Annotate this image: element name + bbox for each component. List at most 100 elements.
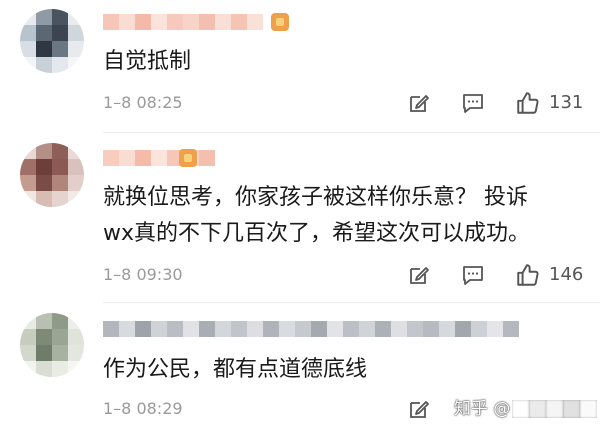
- avatar-pixel: [68, 345, 84, 361]
- comment-meta: 1–8 09:30 146: [103, 262, 583, 288]
- comment-icon[interactable]: [460, 90, 486, 116]
- watermark-text: 知乎 @: [454, 399, 511, 419]
- username-pixel: [151, 321, 167, 337]
- username-pixel: [359, 321, 375, 337]
- username-pixel: [375, 321, 391, 337]
- username-pixel: [423, 321, 439, 337]
- avatar-pixel: [20, 159, 36, 175]
- badge-icon: [271, 13, 289, 31]
- comment-icon[interactable]: [460, 262, 486, 288]
- username-pixel: [135, 150, 151, 166]
- username-pixel: [279, 321, 295, 337]
- username-pixel: [183, 14, 199, 30]
- avatar-pixel: [68, 313, 84, 329]
- avatar-pixel: [68, 41, 84, 57]
- avatar-pixel: [52, 175, 68, 191]
- username-pixel: [119, 321, 135, 337]
- username-pixel: [135, 14, 151, 30]
- username-blurred[interactable]: [103, 14, 263, 30]
- edit-icon[interactable]: [406, 90, 432, 116]
- avatar-pixel: [52, 191, 68, 207]
- watermark-pixel: [563, 400, 581, 418]
- avatar-pixel: [20, 329, 36, 345]
- edit-icon[interactable]: [406, 262, 432, 288]
- username-pixel: [183, 321, 199, 337]
- avatar-pixel: [20, 191, 36, 207]
- username-pixel: [439, 321, 455, 337]
- username-pixel: [263, 321, 279, 337]
- like-button[interactable]: 146: [515, 262, 583, 288]
- watermark-pixel: [512, 400, 530, 418]
- username-pixel: [487, 321, 503, 337]
- username-pixel: [167, 321, 183, 337]
- username-pixel: [343, 321, 359, 337]
- comment-text: 自觉抵制: [103, 49, 192, 74]
- avatar-pixel: [52, 25, 68, 41]
- avatar-pixel: [36, 329, 52, 345]
- avatar-pixel: [36, 313, 52, 329]
- avatar-pixel: [20, 143, 36, 159]
- username-pixel: [103, 321, 119, 337]
- timestamp: 1–8 08:29: [103, 399, 183, 418]
- username-pixel: [455, 321, 471, 337]
- avatar-pixel: [36, 57, 52, 73]
- watermark-handle-blurred: [512, 400, 598, 418]
- timestamp: 1–8 09:30: [103, 265, 183, 284]
- avatar-pixel: [52, 345, 68, 361]
- avatar-pixel: [68, 9, 84, 25]
- avatar-pixel: [52, 143, 68, 159]
- like-button[interactable]: 131: [515, 90, 583, 116]
- avatar-pixel: [20, 57, 36, 73]
- avatar-pixel: [36, 361, 52, 377]
- username-blurred[interactable]: [103, 321, 519, 337]
- avatar-pixel: [36, 345, 52, 361]
- avatar-pixel: [36, 191, 52, 207]
- timestamp: 1–8 08:25: [103, 93, 183, 112]
- username-pixel: [215, 14, 231, 30]
- username-pixel: [295, 321, 311, 337]
- avatar-pixel: [20, 9, 36, 25]
- avatar-pixel: [68, 175, 84, 191]
- avatar[interactable]: [20, 313, 84, 377]
- like-count: 131: [549, 92, 584, 113]
- edit-icon[interactable]: [406, 396, 432, 422]
- avatar-pixel: [52, 57, 68, 73]
- username-pixel: [135, 321, 151, 337]
- divider: [103, 302, 600, 303]
- username-pixel: [151, 14, 167, 30]
- avatar-pixel: [20, 313, 36, 329]
- username-pixel: [167, 14, 183, 30]
- username-pixel: [215, 321, 231, 337]
- comment-meta: 1–8 08:25 131: [103, 90, 583, 116]
- avatar-pixel: [68, 191, 84, 207]
- watermark-pixel: [580, 400, 598, 418]
- avatar-pixel: [36, 175, 52, 191]
- username-pixel: [407, 321, 423, 337]
- username-pixel: [247, 14, 263, 30]
- avatar-pixel: [20, 25, 36, 41]
- avatar[interactable]: [20, 9, 84, 73]
- avatar-pixel: [36, 41, 52, 57]
- divider: [103, 132, 600, 133]
- avatar[interactable]: [20, 143, 84, 207]
- username-pixel: [103, 14, 119, 30]
- avatar-pixel: [68, 329, 84, 345]
- username-pixel: [503, 321, 519, 337]
- avatar-pixel: [68, 57, 84, 73]
- username-pixel: [151, 150, 167, 166]
- avatar-pixel: [20, 175, 36, 191]
- username-pixel: [327, 321, 343, 337]
- username-blurred[interactable]: [103, 150, 215, 166]
- username-pixel: [103, 150, 119, 166]
- username-pixel: [199, 14, 215, 30]
- avatar-pixel: [36, 9, 52, 25]
- badge-icon: [179, 149, 197, 167]
- username-pixel: [311, 321, 327, 337]
- username-pixel: [119, 14, 135, 30]
- username-pixel: [231, 14, 247, 30]
- avatar-pixel: [36, 159, 52, 175]
- avatar-pixel: [20, 41, 36, 57]
- avatar-pixel: [20, 345, 36, 361]
- avatar-pixel: [52, 9, 68, 25]
- avatar-pixel: [68, 25, 84, 41]
